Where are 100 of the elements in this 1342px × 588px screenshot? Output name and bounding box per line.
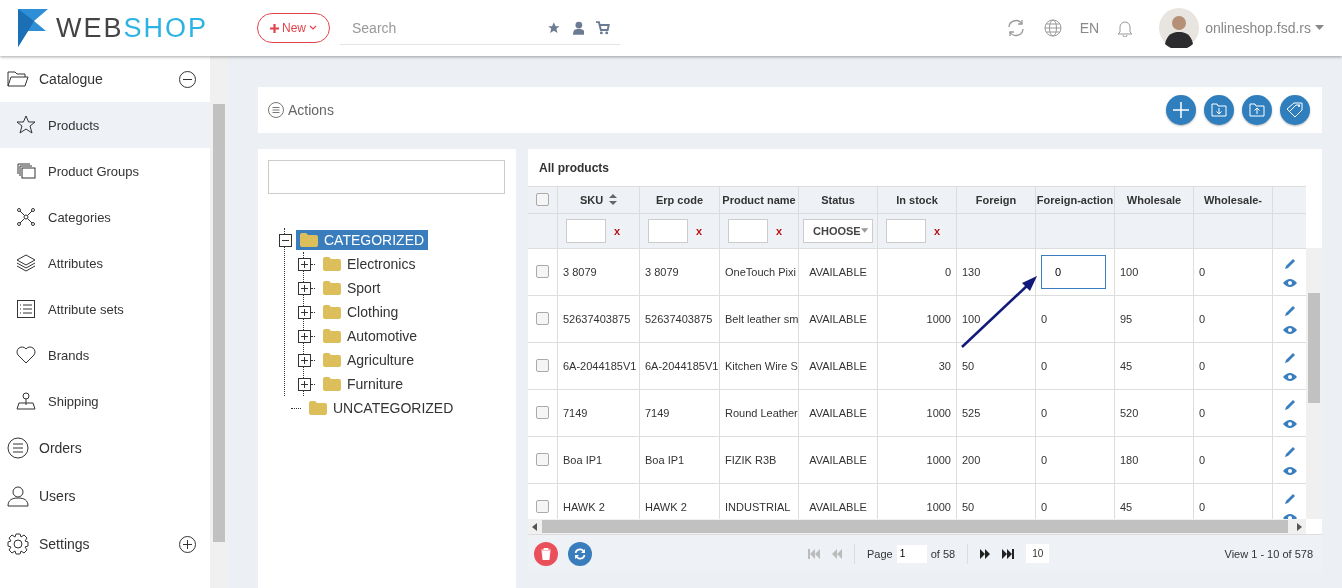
row-checkbox[interactable] — [536, 312, 549, 326]
sidebar-scrollbar[interactable] — [210, 56, 228, 588]
view-icon[interactable] — [1282, 465, 1297, 476]
column-header[interactable]: Foreign-action — [1036, 186, 1115, 214]
tree-toggle-icon[interactable] — [298, 353, 311, 367]
column-header[interactable]: Product name — [720, 186, 799, 214]
edit-icon[interactable] — [1283, 492, 1296, 505]
tree-toggle-icon[interactable] — [298, 305, 311, 319]
cart-icon[interactable] — [596, 20, 610, 35]
table-cell: 0 — [1041, 406, 1048, 419]
star-icon[interactable] — [547, 20, 561, 35]
tree-node[interactable]: Agriculture — [319, 350, 418, 370]
user-menu[interactable]: onlineshop.fsd.rs — [1205, 20, 1324, 36]
refresh-button[interactable] — [568, 541, 592, 566]
sidebar-subitem[interactable]: Shipping — [0, 378, 210, 424]
filter-field[interactable] — [728, 218, 768, 243]
column-header[interactable]: Status — [799, 186, 878, 214]
sidebar-item[interactable]: Orders — [0, 424, 210, 472]
filter-field[interactable] — [566, 218, 606, 243]
tags-button[interactable] — [1280, 95, 1310, 125]
clear-filter-icon[interactable]: x — [696, 224, 703, 237]
column-header[interactable]: In stock — [878, 186, 957, 214]
tree-node[interactable]: Clothing — [319, 302, 403, 322]
tree-node[interactable]: CATEGORIZED — [296, 230, 429, 250]
row-checkbox[interactable] — [536, 500, 549, 514]
view-icon[interactable] — [1282, 324, 1297, 335]
page-field[interactable]: 1 — [896, 544, 927, 563]
table-cell: 130 — [962, 265, 981, 278]
edit-icon[interactable] — [1283, 445, 1296, 458]
column-header[interactable]: Foreign — [957, 186, 1036, 214]
delete-button[interactable] — [534, 541, 558, 566]
edit-icon[interactable] — [1283, 257, 1296, 270]
globe-icon[interactable] — [1043, 19, 1062, 37]
inline-edit-field[interactable]: 0 — [1041, 254, 1106, 289]
tree-toggle-icon[interactable] — [298, 281, 311, 295]
row-checkbox[interactable] — [536, 265, 549, 279]
column-header[interactable]: Wholesale — [1115, 186, 1194, 214]
sidebar-item[interactable]: Users — [0, 472, 210, 520]
last-page-icon[interactable] — [1002, 548, 1015, 559]
column-header[interactable]: Erp code — [640, 186, 720, 214]
tree-toggle-icon[interactable] — [298, 377, 311, 391]
tree-toggle-icon[interactable] — [298, 329, 311, 343]
row-checkbox[interactable] — [536, 453, 549, 467]
table-scrollbar[interactable] — [1306, 248, 1322, 519]
table-cell: 1000 — [926, 406, 951, 419]
tree-toggle-icon[interactable] — [298, 257, 311, 271]
view-icon[interactable] — [1282, 277, 1297, 288]
row-checkbox[interactable] — [536, 359, 549, 373]
sidebar-item[interactable]: Catalogue — [0, 56, 210, 102]
table-cell: 0 — [1199, 453, 1206, 466]
page-size-selector[interactable]: 10 — [1026, 544, 1050, 563]
sidebar-subitem[interactable]: Attributes — [0, 240, 210, 286]
filter-field[interactable] — [648, 218, 688, 243]
sidebar-subitem[interactable]: Products — [0, 102, 210, 148]
status-filter-dropdown[interactable]: CHOOSE — [803, 218, 873, 243]
scroll-left-icon[interactable] — [532, 522, 538, 531]
table-cell: 0 — [1199, 359, 1206, 372]
page-count: of 58 — [930, 547, 956, 560]
next-page-icon[interactable] — [980, 548, 991, 559]
clear-filter-icon[interactable]: x — [934, 224, 941, 237]
user-icon[interactable] — [572, 20, 585, 35]
sort-icon[interactable] — [609, 194, 618, 206]
tree-search-field[interactable] — [268, 160, 505, 194]
edit-icon[interactable] — [1283, 304, 1296, 317]
column-header[interactable]: Wholesale- — [1194, 186, 1273, 214]
column-header[interactable]: SKU — [558, 186, 640, 214]
expand-toggle-icon[interactable] — [179, 70, 196, 88]
expand-toggle-icon[interactable] — [179, 535, 196, 553]
add-button[interactable] — [1166, 95, 1196, 125]
tree-node[interactable]: Sport — [319, 278, 385, 298]
horizontal-scrollbar[interactable] — [528, 519, 1306, 534]
view-icon[interactable] — [1282, 418, 1297, 429]
sidebar-subitem[interactable]: Categories — [0, 194, 210, 240]
star-icon — [16, 115, 36, 135]
view-icon[interactable] — [1282, 371, 1297, 382]
language-selector[interactable]: EN — [1079, 20, 1100, 36]
edit-icon[interactable] — [1283, 398, 1296, 411]
import-button[interactable] — [1204, 95, 1234, 125]
filter-field[interactable] — [886, 218, 926, 243]
clear-filter-icon[interactable]: x — [614, 224, 621, 237]
avatar[interactable] — [1159, 8, 1200, 48]
row-checkbox[interactable] — [536, 406, 549, 420]
sidebar-subitem[interactable]: Product Groups — [0, 148, 210, 194]
sidebar-subitem[interactable]: Brands — [0, 332, 210, 378]
select-all-checkbox[interactable] — [536, 193, 549, 207]
refresh-icon[interactable] — [1005, 18, 1026, 38]
sidebar-item[interactable]: Settings — [0, 520, 210, 568]
sidebar-subitem[interactable]: Attribute sets — [0, 286, 210, 332]
clear-filter-icon[interactable]: x — [776, 224, 783, 237]
tree-node[interactable]: Automotive — [319, 326, 422, 346]
tree-toggle-icon[interactable] — [279, 233, 292, 247]
scroll-right-icon[interactable] — [1296, 522, 1302, 531]
tree-node[interactable]: Electronics — [319, 254, 420, 274]
edit-icon[interactable] — [1283, 351, 1296, 364]
table-cell: 180 — [1120, 453, 1139, 466]
table-cell: 525 — [962, 406, 981, 419]
tree-node[interactable]: UNCATEGORIZED — [305, 398, 458, 418]
export-button[interactable] — [1242, 95, 1272, 125]
new-button[interactable]: New — [257, 13, 330, 43]
tree-node[interactable]: Furniture — [319, 374, 408, 394]
